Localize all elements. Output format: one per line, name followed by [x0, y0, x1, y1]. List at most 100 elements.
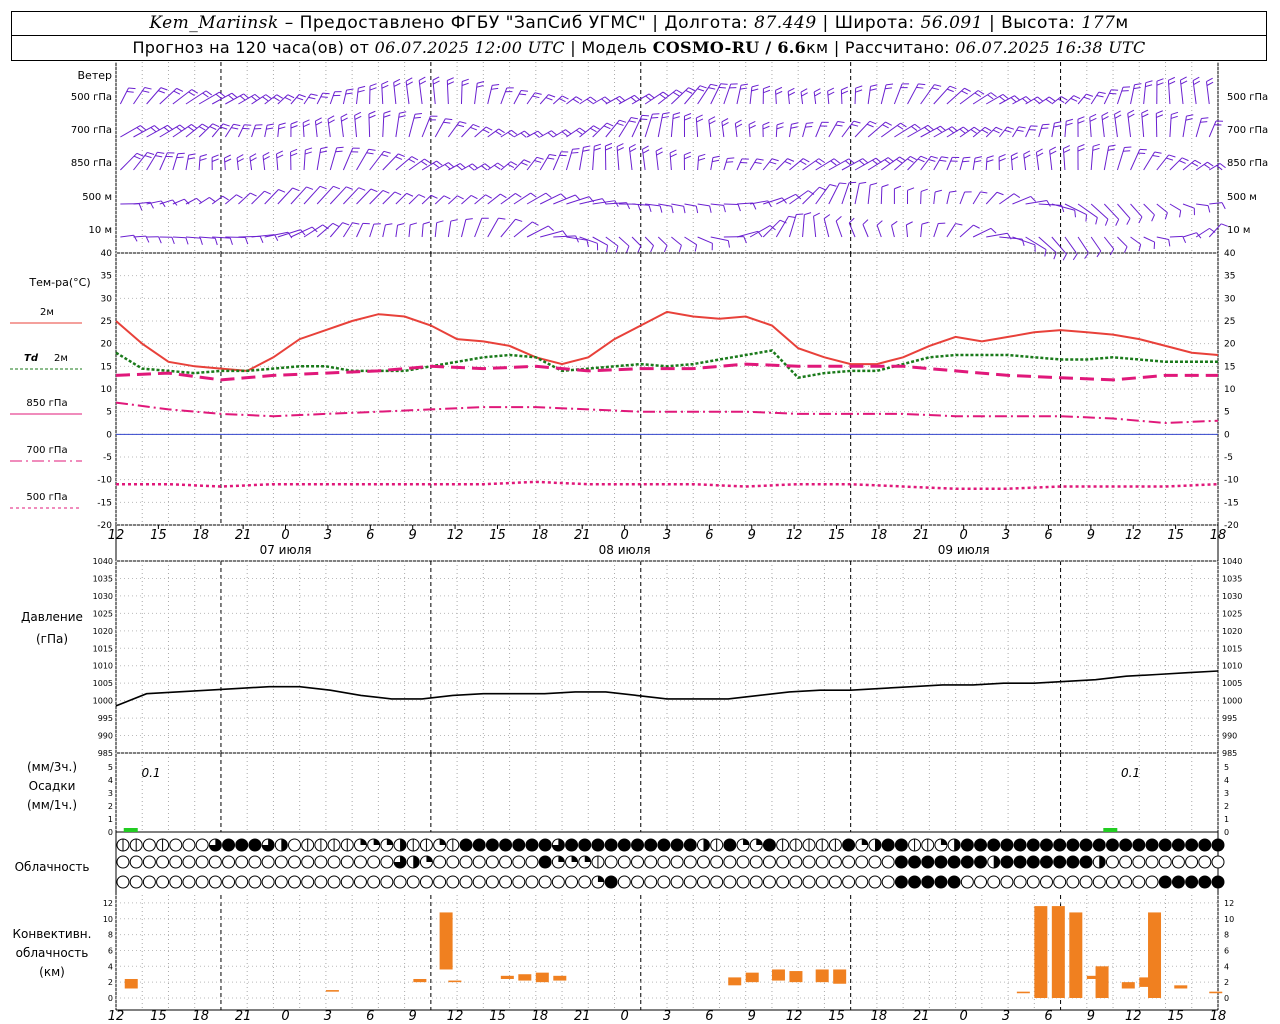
wind-barb-feather: [498, 217, 506, 220]
cloud-symbol: [538, 875, 552, 889]
wind-barb-feather: [1152, 154, 1160, 158]
wind-barb-feather: [328, 119, 335, 124]
conv-ytick-right: 10: [1224, 915, 1234, 924]
wind-barb-feather: [411, 156, 419, 161]
wind-barb: [933, 189, 943, 205]
wind-barb: [723, 236, 747, 244]
pressure-unit-label: (гПа): [36, 632, 68, 646]
pressure-ytick-right: 1025: [1222, 609, 1242, 618]
cloud-full: [934, 875, 948, 889]
cloud-circle: [499, 855, 513, 869]
cloud-circle: [696, 855, 710, 869]
cloud-circle: [960, 875, 974, 889]
wind-barb-feather: [1191, 162, 1199, 167]
wind-barb-feather: [1046, 200, 1051, 207]
wind-barb: [840, 86, 849, 105]
wind-barb: [408, 112, 422, 138]
wind-barb-shaft: [185, 197, 197, 205]
wind-barb-feather: [676, 89, 683, 94]
wind-barb-shaft: [775, 216, 789, 238]
wind-barb-feather: [885, 83, 894, 86]
cloud-symbol: [947, 875, 961, 889]
wind-barb: [198, 123, 220, 138]
wind-barb-feather: [576, 129, 583, 135]
conv-time-tick-label: 15: [828, 1009, 845, 1024]
wind-barb-feather: [457, 124, 465, 128]
wind-barb-feather: [1171, 111, 1179, 115]
wind-barb: [1127, 109, 1135, 138]
wind-barb: [277, 122, 286, 138]
wind-barb-shaft: [736, 85, 742, 105]
wind-barb-feather: [1193, 80, 1201, 85]
cloud-symbol: [631, 855, 645, 869]
cloud-symbol: [644, 875, 658, 889]
wind-level-label: 500 м: [82, 192, 112, 203]
wind-barb: [670, 112, 681, 138]
wind-barb-shaft: [1195, 227, 1210, 238]
wind-barb-shaft: [314, 121, 318, 138]
cloud-symbol: [855, 838, 869, 852]
wind-barb: [920, 188, 928, 205]
wind-barb-shaft: [749, 158, 758, 171]
cloud-full: [1092, 838, 1106, 852]
cloud-symbol: [1171, 855, 1185, 869]
cloud-full: [631, 838, 645, 852]
wind-barb-feather: [642, 149, 650, 154]
wind-barb-feather: [1095, 217, 1098, 225]
wind-barb-shaft: [835, 220, 843, 238]
wind-barb: [1077, 93, 1094, 105]
wind-barb: [290, 148, 298, 171]
wind-barb-feather: [805, 125, 813, 128]
cloud-full: [1039, 838, 1053, 852]
cloud-symbol: [565, 838, 579, 852]
conv-time-tick-label: 18: [532, 1009, 549, 1024]
wind-barb-shaft: [487, 85, 493, 105]
cloud-symbol: [419, 838, 433, 852]
wind-barb: [854, 181, 867, 205]
wind-barb-feather: [302, 119, 310, 124]
cloud-symbol: [631, 875, 645, 889]
wind-barb-feather: [727, 240, 731, 248]
wind-barb-feather: [287, 94, 295, 99]
temp-ytick: 35: [101, 272, 112, 282]
wind-barb-shaft: [1195, 118, 1202, 138]
cloud-half: [400, 839, 407, 851]
cloud-full: [1198, 838, 1212, 852]
cloud-circle: [538, 875, 552, 889]
wind-level-label: 10 м: [89, 225, 112, 236]
cloud-circle: [274, 875, 288, 889]
cloud-symbol: [736, 875, 750, 889]
cloud-symbol: [631, 838, 645, 852]
pressure-ytick-right: 1040: [1222, 557, 1242, 566]
wind-barb: [434, 118, 453, 138]
wind-barb: [552, 95, 569, 105]
cloud-symbol: [446, 838, 460, 852]
wind-barb: [251, 190, 271, 205]
wind-barb: [815, 158, 840, 171]
cloud-symbol: [512, 875, 526, 889]
cloud-symbol: [762, 875, 776, 889]
wind-barb-feather: [605, 142, 613, 147]
wind-barb: [1064, 236, 1078, 261]
wind-barb-feather: [212, 123, 220, 128]
conv-bar: [833, 969, 847, 984]
wind-barb-feather: [551, 130, 558, 136]
conv-bar: [448, 980, 462, 983]
cloud-circle: [222, 875, 236, 889]
wind-barb-feather: [128, 87, 136, 90]
wind-barb-shaft: [1182, 116, 1187, 138]
wind-barb-shaft: [891, 225, 895, 238]
wind-barb-feather: [395, 156, 403, 160]
wind-barb: [999, 236, 1025, 246]
cloud-circle: [749, 875, 763, 889]
wind-barb-feather: [158, 90, 165, 94]
cloud-circle: [208, 875, 222, 889]
precip-ytick: 0: [108, 828, 113, 837]
cloud-symbol: [274, 875, 288, 889]
wind-barb-shaft: [276, 153, 279, 171]
wind-barb: [592, 122, 614, 138]
cloud-symbol: [314, 855, 328, 869]
cloud-full: [1145, 838, 1159, 852]
cloud-symbol: [842, 855, 856, 869]
pressure-ytick-right: 1030: [1222, 592, 1242, 601]
